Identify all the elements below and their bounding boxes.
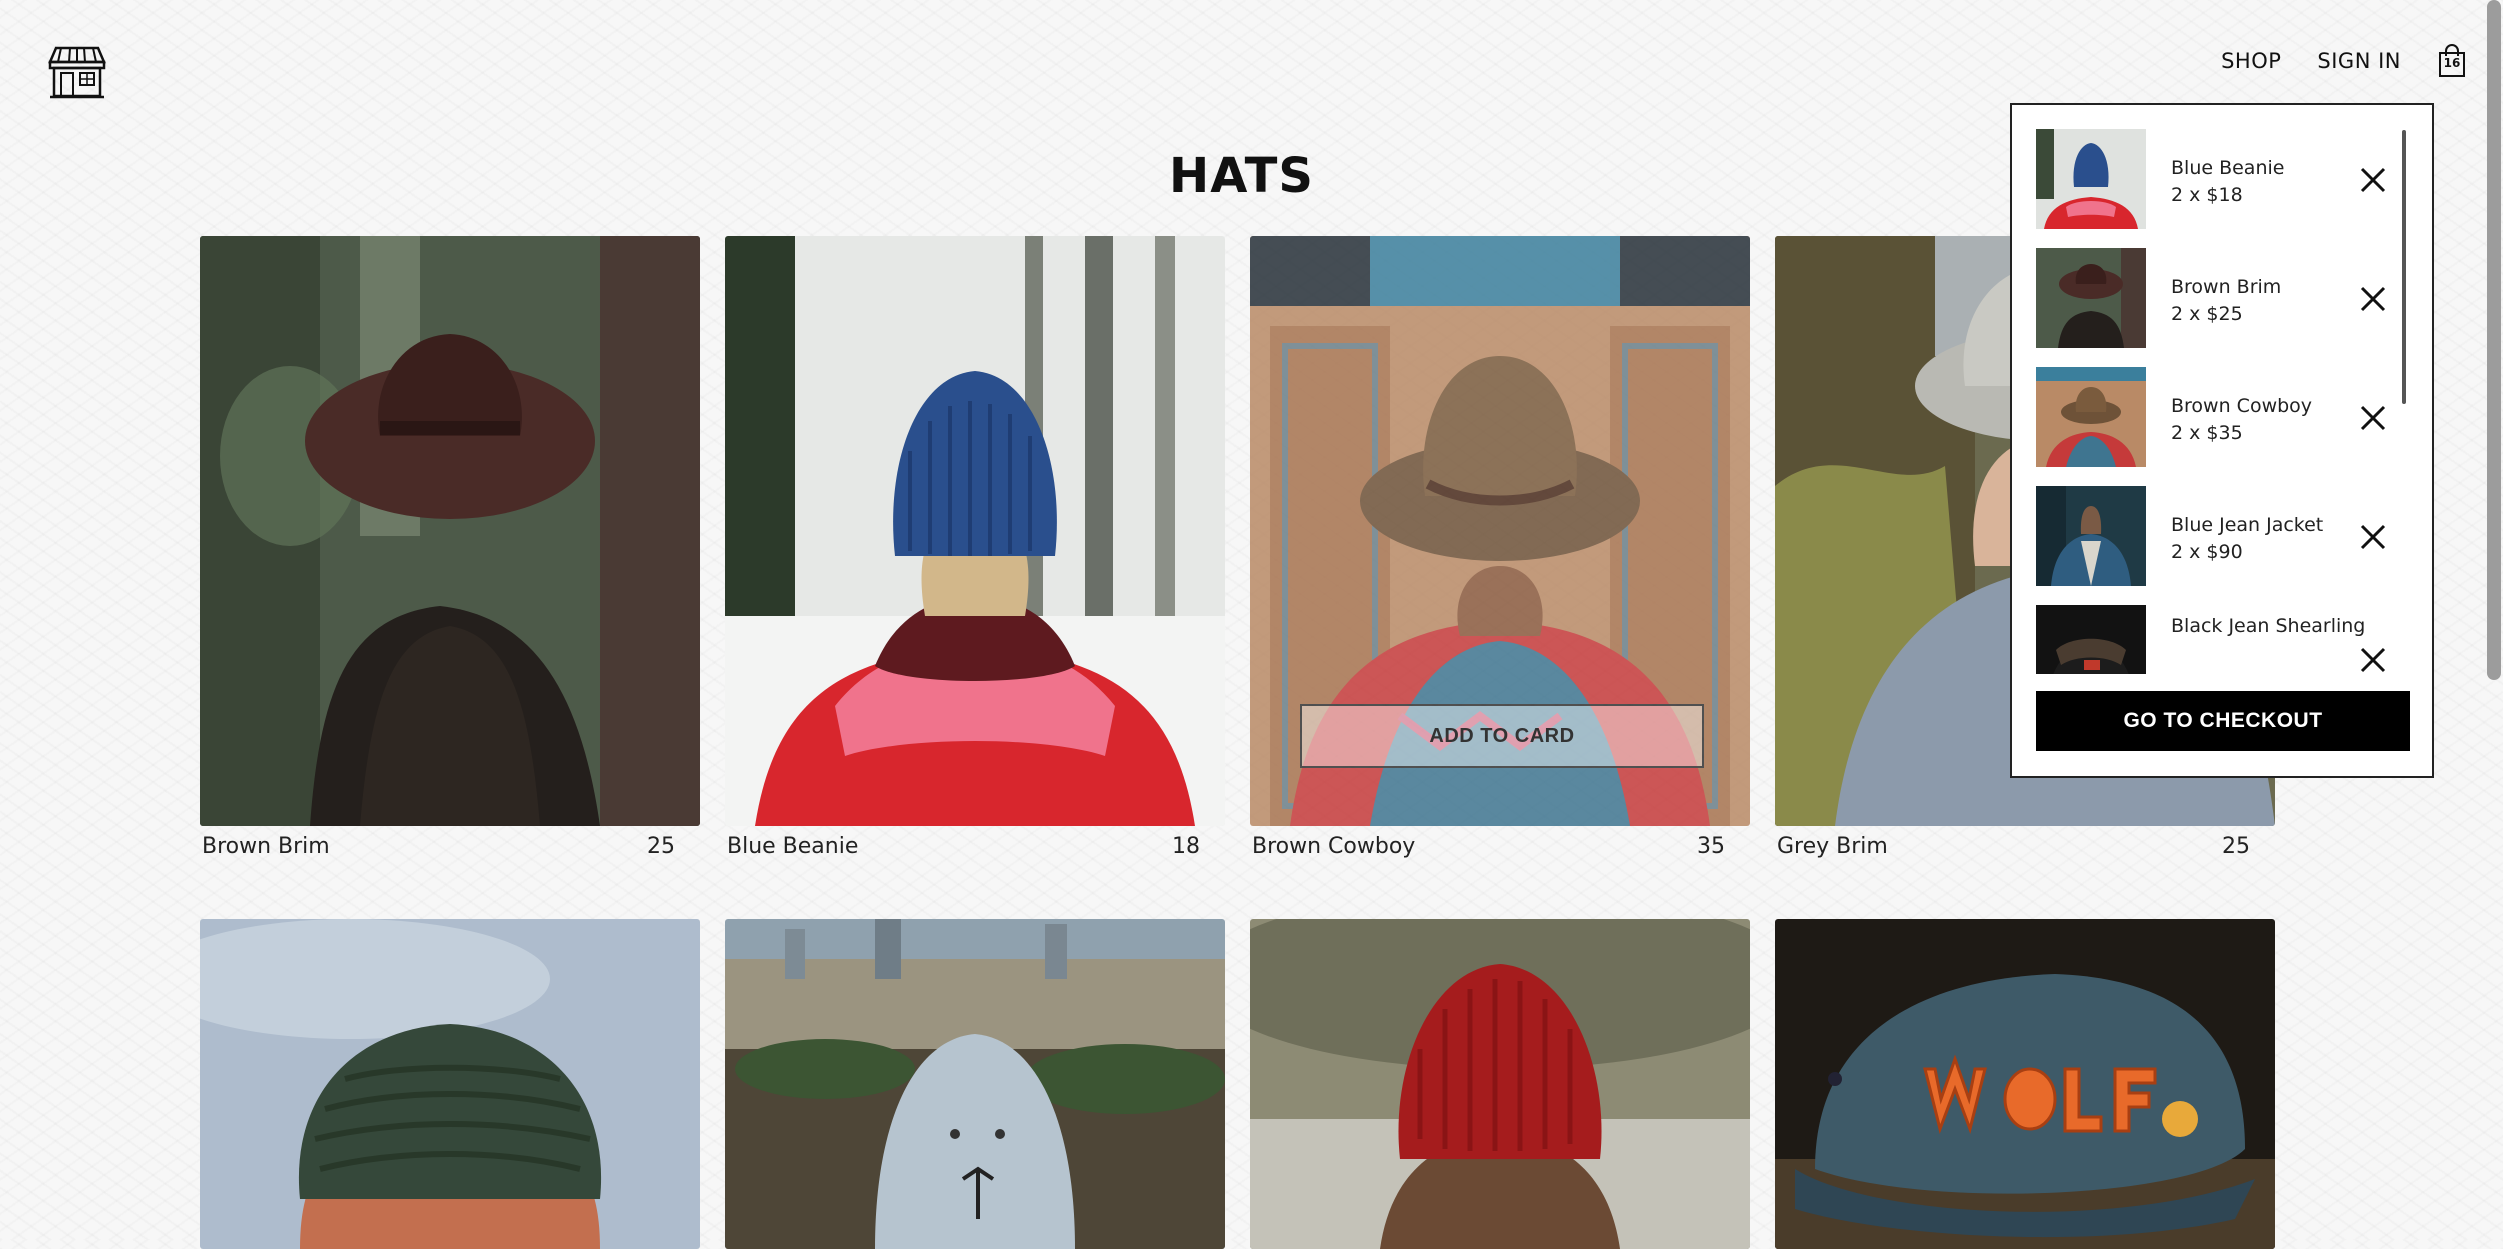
product-name: Brown Brim	[202, 834, 330, 859]
cart-item-name: Blue Jean Jacket	[2171, 514, 2324, 536]
bag-item-count: 16	[2443, 56, 2461, 70]
cart-item-details: Brown Cowboy 2 x $35	[2171, 367, 2312, 486]
store-logo-icon[interactable]	[48, 42, 106, 100]
cart-item: Blue Beanie 2 x $18	[2036, 129, 2406, 248]
cart-item-thumbnail	[2036, 367, 2146, 467]
nav-shop-link[interactable]: SHOP	[2221, 49, 2281, 73]
product-card[interactable]	[200, 919, 700, 1249]
product-image-green-beanie	[200, 919, 700, 1249]
cart-item: Brown Brim 2 x $25	[2036, 248, 2406, 367]
cart-item: Black Jean Shearling	[2036, 605, 2406, 674]
cart-item-details: Blue Beanie 2 x $18	[2171, 129, 2284, 248]
shopping-bag-button[interactable]: 16	[2437, 44, 2467, 78]
cart-item-thumbnail	[2036, 605, 2146, 674]
product-card[interactable]	[1250, 919, 1750, 1249]
product-image-blue-cap	[725, 919, 1225, 1249]
nav-signin-link[interactable]: SIGN IN	[2317, 49, 2401, 73]
remove-item-close-icon[interactable]	[2358, 165, 2388, 195]
remove-item-close-icon[interactable]	[2358, 645, 2388, 674]
product-info: Brown Cowboy 35	[1250, 826, 1750, 859]
product-card[interactable]	[725, 919, 1225, 1249]
cart-item-qty-price: 2 x $35	[2171, 422, 2243, 444]
product-image-red-beanie	[1250, 919, 1750, 1249]
cart-item: Blue Jean Jacket 2 x $90	[2036, 486, 2406, 605]
cart-item-name: Brown Brim	[2171, 276, 2282, 298]
cart-item-details: Brown Brim 2 x $25	[2171, 248, 2281, 367]
cart-item-details: Blue Jean Jacket 2 x $90	[2171, 486, 2323, 605]
remove-item-close-icon[interactable]	[2358, 522, 2388, 552]
add-to-cart-button[interactable]: ADD TO CARD	[1300, 704, 1704, 768]
remove-item-close-icon[interactable]	[2358, 403, 2388, 433]
product-image-wolf-cap	[1775, 919, 2275, 1249]
product-info: Brown Brim 25	[200, 826, 700, 859]
cart-item-qty-price: 2 x $25	[2171, 303, 2243, 325]
cart-scrollbar[interactable]	[2402, 130, 2406, 404]
product-card[interactable]	[1775, 919, 2275, 1249]
cart-dropdown: Blue Beanie 2 x $18 Brown Brim 2 x $25 B…	[2010, 103, 2434, 778]
cart-item-qty-price: 2 x $90	[2171, 541, 2243, 563]
cart-items-list[interactable]: Blue Beanie 2 x $18 Brown Brim 2 x $25 B…	[2036, 129, 2406, 674]
product-price: 25	[2222, 834, 2250, 859]
cart-item-qty-price: 2 x $18	[2171, 184, 2243, 206]
cart-item-name: Brown Cowboy	[2171, 395, 2313, 417]
remove-item-close-icon[interactable]	[2358, 284, 2388, 314]
product-image-blue-beanie	[725, 236, 1225, 826]
cart-item-name: Black Jean Shearling	[2171, 615, 2366, 637]
cart-item-name: Blue Beanie	[2171, 157, 2285, 179]
product-name: Blue Beanie	[727, 834, 859, 859]
top-nav: SHOP SIGN IN 16	[2221, 44, 2467, 78]
product-price: 35	[1697, 834, 1725, 859]
product-grid: Brown Brim 25 Blue Beanie 18 ADD TO CARD…	[200, 236, 2280, 1249]
product-price: 25	[647, 834, 675, 859]
cart-item-thumbnail	[2036, 486, 2146, 586]
product-card[interactable]: ADD TO CARD Brown Cowboy 35	[1250, 236, 1750, 859]
product-info: Blue Beanie 18	[725, 826, 1225, 859]
go-to-checkout-button[interactable]: GO TO CHECKOUT	[2036, 691, 2410, 751]
product-name: Grey Brim	[1777, 834, 1888, 859]
product-card[interactable]: Brown Brim 25	[200, 236, 700, 859]
product-card[interactable]: Blue Beanie 18	[725, 236, 1225, 859]
page-scrollbar[interactable]	[2487, 0, 2501, 680]
cart-item-details: Black Jean Shearling	[2171, 605, 2365, 674]
cart-item-thumbnail	[2036, 129, 2146, 229]
cart-item-thumbnail	[2036, 248, 2146, 348]
product-image-brown-brim	[200, 236, 700, 826]
product-image-brown-cowboy: ADD TO CARD	[1250, 236, 1750, 826]
cart-item: Brown Cowboy 2 x $35	[2036, 367, 2406, 486]
product-price: 18	[1172, 834, 1200, 859]
product-name: Brown Cowboy	[1252, 834, 1416, 859]
product-info: Grey Brim 25	[1775, 826, 2275, 859]
